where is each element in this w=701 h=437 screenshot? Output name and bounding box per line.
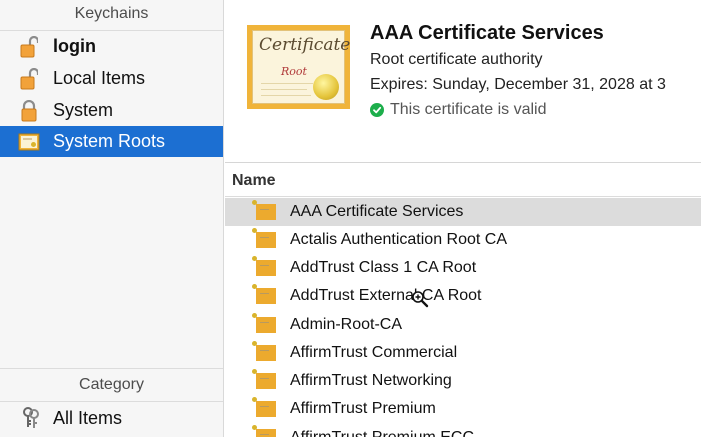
certificate-subtitle: Root certificate authority bbox=[370, 51, 543, 68]
certificate-icon bbox=[252, 425, 276, 437]
lock-icon bbox=[18, 99, 40, 123]
certificate-icon bbox=[252, 369, 276, 389]
keys-icon bbox=[20, 406, 42, 430]
table-row[interactable]: AddTrust Class 1 CA Root bbox=[225, 254, 701, 282]
table-row[interactable]: AddTrust External CA Root bbox=[225, 282, 701, 310]
row-label: AddTrust External CA Root bbox=[290, 287, 482, 304]
table-row[interactable]: AAA Certificate Services bbox=[225, 198, 701, 226]
validity-text: This certificate is valid bbox=[390, 101, 547, 118]
certificate-icon bbox=[252, 256, 276, 276]
sidebar-item-label: Local Items bbox=[53, 68, 146, 88]
table-row[interactable]: AffirmTrust Premium ECC bbox=[225, 423, 701, 437]
table-row[interactable]: AffirmTrust Networking bbox=[225, 367, 701, 395]
certificate-validity: This certificate is valid bbox=[370, 101, 547, 119]
certificate-icon bbox=[252, 228, 276, 248]
row-label: AffirmTrust Commercial bbox=[290, 344, 458, 361]
certificate-icon bbox=[252, 397, 276, 417]
column-header-name[interactable]: Name bbox=[225, 164, 701, 197]
row-label: AffirmTrust Premium bbox=[290, 400, 436, 417]
certificate-list: Name AAA Certificate Services Actalis Au… bbox=[225, 164, 701, 437]
certificate-expiry: Expires: Sunday, December 31, 2028 at 3 bbox=[370, 76, 666, 93]
category-item-label: All Items bbox=[53, 407, 123, 428]
certificate-icon bbox=[252, 313, 276, 333]
sidebar-item-system[interactable]: System bbox=[0, 95, 223, 126]
sidebar-item-label: login bbox=[53, 36, 96, 56]
table-row[interactable]: Admin-Root-CA bbox=[225, 311, 701, 339]
certificate-image-subtext: Root bbox=[281, 65, 307, 78]
sidebar-item-system-roots[interactable]: System Roots bbox=[0, 126, 223, 157]
row-label: AAA Certificate Services bbox=[290, 203, 464, 220]
seal-icon bbox=[313, 74, 339, 100]
certificate-detail: Certificate Root AAA Certificate Service… bbox=[225, 0, 701, 163]
keychains-header: Keychains bbox=[0, 0, 223, 31]
certificate-icon bbox=[18, 130, 40, 154]
table-row[interactable]: Actalis Authentication Root CA bbox=[225, 226, 701, 254]
certificate-icon bbox=[252, 341, 276, 361]
certificate-title: AAA Certificate Services bbox=[370, 22, 604, 44]
row-label: AffirmTrust Premium ECC bbox=[290, 429, 474, 437]
sidebar-item-local-items[interactable]: Local Items bbox=[0, 63, 223, 94]
row-label: Admin-Root-CA bbox=[290, 316, 403, 333]
sidebar-item-login[interactable]: login bbox=[0, 31, 223, 62]
sidebar-item-label: System bbox=[53, 100, 114, 120]
zoom-cursor-icon bbox=[412, 291, 429, 308]
category-header: Category bbox=[0, 368, 223, 402]
sidebar: Keychains login Local Items System Syste… bbox=[0, 0, 224, 437]
lock-open-icon bbox=[18, 35, 40, 59]
row-label: Actalis Authentication Root CA bbox=[290, 231, 508, 248]
certificate-image-text: Certificate bbox=[259, 35, 351, 55]
row-label: AddTrust Class 1 CA Root bbox=[290, 259, 477, 276]
category-item-all-items[interactable]: All Items bbox=[0, 402, 223, 434]
table-row[interactable]: AffirmTrust Premium bbox=[225, 395, 701, 423]
lock-open-icon bbox=[18, 67, 40, 91]
certificate-icon bbox=[252, 200, 276, 220]
sidebar-item-label: System Roots bbox=[53, 131, 166, 151]
row-label: AffirmTrust Networking bbox=[290, 372, 452, 389]
checkmark-icon bbox=[370, 103, 384, 117]
certificate-icon bbox=[252, 284, 276, 304]
certificate-large-icon: Certificate Root bbox=[247, 25, 350, 109]
table-row[interactable]: AffirmTrust Commercial bbox=[225, 339, 701, 367]
